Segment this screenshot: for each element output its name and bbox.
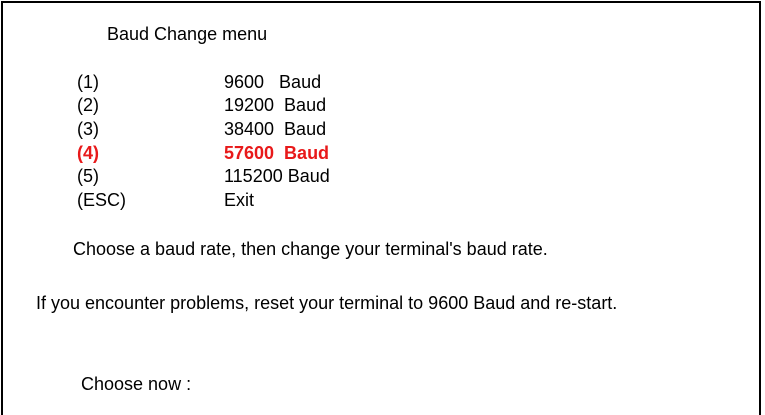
menu-item-115200[interactable]: (5) 115200 Baud	[3, 166, 759, 190]
menu-item-19200[interactable]: (2) 19200 Baud	[3, 95, 759, 119]
menu-item-38400[interactable]: (3) 38400 Baud	[3, 119, 759, 143]
menu-item-key: (4)	[77, 143, 99, 163]
menu-item-57600[interactable]: (4) 57600 Baud	[3, 143, 759, 167]
menu-item-label: Exit	[224, 190, 255, 210]
menu-item-label: 57600 Baud	[224, 143, 330, 163]
menu-item-key: (3)	[77, 119, 99, 139]
menu-title: Baud Change menu	[107, 24, 268, 44]
menu-item-key: (ESC)	[77, 190, 126, 210]
menu-item-9600[interactable]: (1) 9600 Baud	[3, 72, 759, 96]
menu-item-label: 9600 Baud	[224, 72, 322, 92]
menu-item-key: (2)	[77, 95, 99, 115]
instruction-problems: If you encounter problems, reset your te…	[36, 293, 618, 313]
menu-item-label: 19200 Baud	[224, 95, 327, 115]
choose-prompt: Choose now :	[81, 374, 192, 394]
terminal-window: Baud Change menu (1) 9600 Baud (2) 19200…	[1, 1, 761, 415]
menu-item-key: (1)	[77, 72, 99, 92]
menu-item-label: 38400 Baud	[224, 119, 327, 139]
instruction-choose: Choose a baud rate, then change your ter…	[73, 239, 548, 259]
menu-item-key: (5)	[77, 166, 99, 186]
menu-item-label: 115200 Baud	[224, 166, 330, 186]
menu-item-exit[interactable]: (ESC) Exit	[3, 190, 759, 214]
